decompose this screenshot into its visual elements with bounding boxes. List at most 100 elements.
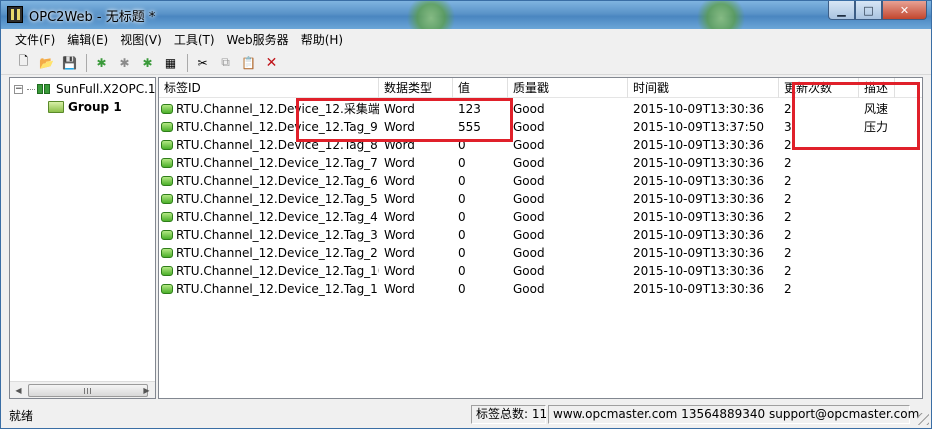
cell-data-type: Word bbox=[384, 246, 415, 260]
cell-update-count: 2 bbox=[784, 174, 792, 188]
column-timestamp[interactable]: 时间戳 bbox=[628, 78, 779, 98]
cell-value: 0 bbox=[458, 210, 466, 224]
table-row[interactable]: RTU.Channel_12.Device_12.Tag_10 Word 0 Good… bbox=[159, 262, 895, 280]
cell-value: 0 bbox=[458, 228, 466, 242]
tag-icon bbox=[161, 266, 173, 276]
cell-quality: Good bbox=[513, 156, 545, 170]
group-folder-icon bbox=[48, 101, 64, 113]
window-controls: ▁ □ ✕ bbox=[828, 1, 927, 21]
new-file-icon[interactable]: 🗋 bbox=[15, 54, 32, 72]
cell-value: 0 bbox=[458, 174, 466, 188]
cell-timestamp: 2015-10-09T13:30:36 bbox=[633, 264, 764, 278]
tree-node-server[interactable]: − SunFull.X2OPC.1 bbox=[14, 82, 156, 96]
title-bar[interactable]: OPC2Web - 无标题 * ▁ □ ✕ bbox=[1, 1, 931, 29]
add-tag-icon[interactable]: ✱ bbox=[139, 54, 156, 72]
cell-description bbox=[859, 244, 895, 262]
table-row[interactable]: RTU.Channel_12.Device_12.Tag_8 Word 0 Good 2… bbox=[159, 136, 895, 154]
highlight-box bbox=[296, 98, 513, 142]
add-group-icon[interactable]: ✱ bbox=[116, 54, 133, 72]
cell-tag-id: RTU.Channel_12.Device_12.Tag_10 bbox=[159, 262, 379, 280]
toolbar-separator bbox=[187, 53, 188, 72]
cell-quality: Good bbox=[513, 282, 545, 296]
table-row[interactable]: RTU.Channel_12.Device_12.采集端1 Word 123 Good… bbox=[159, 100, 895, 118]
tree-node-group[interactable]: Group 1 bbox=[48, 100, 122, 114]
paste-icon[interactable]: 📋 bbox=[240, 54, 257, 72]
cell-timestamp: 2015-10-09T13:30:36 bbox=[633, 210, 764, 224]
cell-value: 0 bbox=[458, 246, 466, 260]
close-button[interactable]: ✕ bbox=[882, 1, 927, 20]
cell-quality: Good bbox=[513, 210, 545, 224]
table-row[interactable]: RTU.Channel_12.Device_12.Tag_3 Word 0 Good 2… bbox=[159, 226, 895, 244]
table-row[interactable]: RTU.Channel_12.Device_12.Tag_4 Word 0 Good 2… bbox=[159, 208, 895, 226]
cell-tag-id: RTU.Channel_12.Device_12.Tag_4 bbox=[159, 208, 379, 226]
maximize-button[interactable]: □ bbox=[855, 1, 882, 20]
delete-icon[interactable]: ✕ bbox=[263, 54, 280, 72]
status-bar: 就绪 标签总数: 11 www.opcmaster.com 1356488934… bbox=[1, 403, 931, 427]
tag-icon bbox=[161, 284, 173, 294]
cell-tag-id: RTU.Channel_12.Device_12.Tag_1 bbox=[159, 280, 379, 298]
cut-icon[interactable]: ✂ bbox=[194, 54, 211, 72]
table-row[interactable]: RTU.Channel_12.Device_12.Tag_5 Word 0 Good 2… bbox=[159, 190, 895, 208]
cell-value: 0 bbox=[458, 156, 466, 170]
cell-data-type: Word bbox=[384, 192, 415, 206]
tag-id-text: RTU.Channel_12.Device_12.Tag_5 bbox=[176, 192, 378, 206]
menu-web-server[interactable]: Web服务器 bbox=[221, 30, 295, 51]
cell-quality: Good bbox=[513, 228, 545, 242]
add-server-icon[interactable]: ✱ bbox=[93, 54, 110, 72]
cell-data-type: Word bbox=[384, 210, 415, 224]
scroll-right-icon[interactable]: ▶ bbox=[138, 382, 155, 399]
open-folder-icon[interactable]: 📂 bbox=[38, 54, 55, 72]
tag-id-text: RTU.Channel_12.Device_12.Tag_2 bbox=[176, 246, 378, 260]
cell-value: 0 bbox=[458, 192, 466, 206]
menu-file[interactable]: 文件(F) bbox=[9, 30, 61, 51]
copy-icon[interactable]: ⧉ bbox=[217, 54, 234, 72]
server-tree[interactable]: − SunFull.X2OPC.1 Group 1 ◀ ▶ bbox=[9, 77, 156, 399]
column-tag-id[interactable]: 标签ID bbox=[159, 78, 379, 98]
table-row[interactable]: RTU.Channel_12.Device_12.Tag_7 Word 0 Good 2… bbox=[159, 154, 895, 172]
minimize-button[interactable]: ▁ bbox=[828, 1, 855, 20]
scroll-thumb[interactable] bbox=[28, 384, 148, 397]
cell-description bbox=[859, 262, 895, 280]
tag-icon bbox=[161, 248, 173, 258]
column-quality[interactable]: 质量戳 bbox=[508, 78, 628, 98]
table-row[interactable]: RTU.Channel_12.Device_12.Tag_6 Word 0 Good 2… bbox=[159, 172, 895, 190]
cell-timestamp: 2015-10-09T13:30:36 bbox=[633, 138, 764, 152]
cell-quality: Good bbox=[513, 102, 545, 116]
tree-node-server-label: SunFull.X2OPC.1 bbox=[56, 82, 156, 96]
menu-edit[interactable]: 编辑(E) bbox=[61, 30, 114, 51]
window-title: OPC2Web - 无标题 * bbox=[29, 10, 156, 25]
table-row[interactable]: RTU.Channel_12.Device_12.Tag_9 Word 555 Goo… bbox=[159, 118, 895, 136]
tree-node-group-label: Group 1 bbox=[68, 100, 122, 114]
menu-tools[interactable]: 工具(T) bbox=[168, 30, 221, 51]
tag-id-text: RTU.Channel_12.Device_12.Tag_4 bbox=[176, 210, 378, 224]
tag-list[interactable]: 标签ID 数据类型 值 质量戳 时间戳 更新次数 描述 RTU.Channel_… bbox=[158, 77, 923, 399]
cell-description bbox=[859, 154, 895, 172]
column-data-type[interactable]: 数据类型 bbox=[379, 78, 453, 98]
status-contact-info: www.opcmaster.com 13564889340 support@op… bbox=[548, 405, 919, 424]
table-row[interactable]: RTU.Channel_12.Device_12.Tag_2 Word 0 Good 2… bbox=[159, 244, 895, 262]
tag-icon bbox=[161, 212, 173, 222]
menu-help[interactable]: 帮助(H) bbox=[295, 30, 349, 51]
tag-icon bbox=[161, 158, 173, 168]
column-value[interactable]: 值 bbox=[453, 78, 508, 98]
scroll-left-icon[interactable]: ◀ bbox=[10, 382, 27, 399]
cell-timestamp: 2015-10-09T13:37:50 bbox=[633, 120, 764, 134]
cell-quality: Good bbox=[513, 120, 545, 134]
collapse-icon[interactable]: − bbox=[14, 84, 23, 94]
opc-server-icon bbox=[37, 83, 53, 95]
tag-id-text: RTU.Channel_12.Device_12.Tag_7 bbox=[176, 156, 378, 170]
table-row[interactable]: RTU.Channel_12.Device_12.Tag_1 Word 0 Good 2… bbox=[159, 280, 895, 298]
cell-update-count: 2 bbox=[784, 156, 792, 170]
tree-horizontal-scrollbar[interactable]: ◀ ▶ bbox=[10, 381, 155, 398]
toolbar: 🗋 📂 💾 ✱ ✱ ✱ ▦ ✂ ⧉ 📋 ✕ bbox=[1, 51, 931, 75]
titlebar-decoration bbox=[691, 1, 751, 29]
cell-quality: Good bbox=[513, 138, 545, 152]
tag-icon bbox=[161, 194, 173, 204]
properties-icon[interactable]: ▦ bbox=[162, 54, 179, 72]
save-icon[interactable]: 💾 bbox=[61, 54, 78, 72]
cell-quality: Good bbox=[513, 264, 545, 278]
cell-tag-id: RTU.Channel_12.Device_12.Tag_7 bbox=[159, 154, 379, 172]
resize-grip[interactable] bbox=[917, 413, 929, 425]
menu-view[interactable]: 视图(V) bbox=[114, 30, 168, 51]
cell-tag-id: RTU.Channel_12.Device_12.Tag_5 bbox=[159, 190, 379, 208]
